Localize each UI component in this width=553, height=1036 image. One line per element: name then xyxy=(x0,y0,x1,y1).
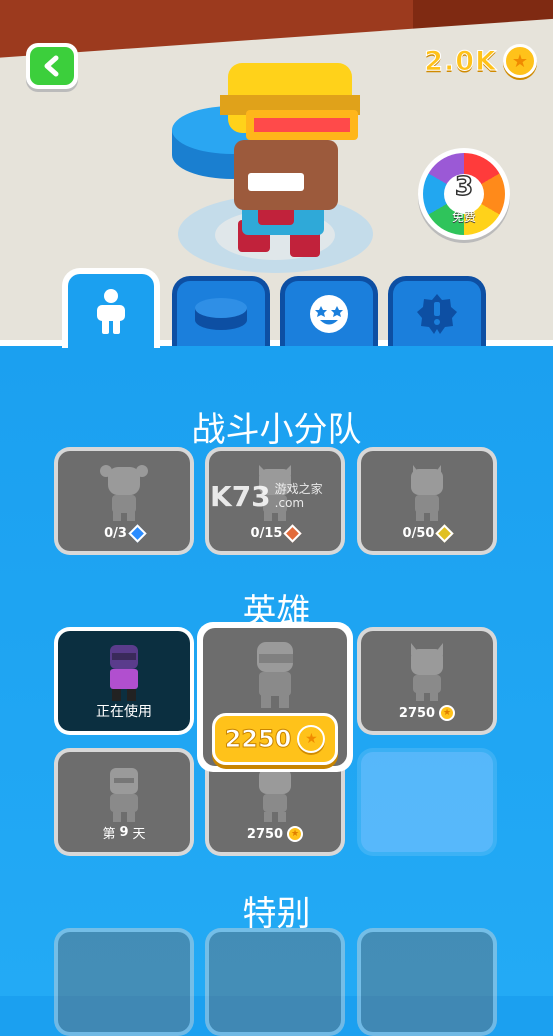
category-tabs xyxy=(62,268,492,348)
hero-card-3[interactable]: 2750 ★ xyxy=(357,627,497,735)
special-card-3[interactable] xyxy=(357,928,497,1036)
back-button[interactable] xyxy=(26,43,78,89)
emote-tab[interactable] xyxy=(280,276,378,346)
coin-icon: ★ xyxy=(439,705,456,721)
buy-hero-button[interactable]: 2250 ★ xyxy=(212,713,338,765)
in-use-label: 正在使用 xyxy=(96,704,152,720)
special-card-1[interactable] xyxy=(54,928,194,1036)
coin-icon: ★ xyxy=(503,44,537,78)
yellow-gem-icon xyxy=(435,524,455,543)
locked-character-visor-icon xyxy=(257,642,293,708)
disc-tab[interactable] xyxy=(172,276,270,346)
blue-gem-icon xyxy=(128,524,147,543)
section-title-squad: 战斗小分队 xyxy=(191,410,362,450)
hero-card-4[interactable]: 第9天 xyxy=(54,748,194,856)
squad-progress-2: 0/15 xyxy=(251,524,303,543)
locked-character-bat-icon xyxy=(411,643,443,701)
coin-icon: ★ xyxy=(287,826,304,842)
orange-gem-icon xyxy=(283,524,303,543)
hero-card-in-use[interactable]: 正在使用 xyxy=(54,627,194,735)
hero-day-label: 第9天 xyxy=(102,825,146,842)
squad-progress-1: 0/3 xyxy=(104,524,147,543)
back-arrow-icon xyxy=(44,55,59,77)
ninja-character-icon xyxy=(110,645,138,701)
locked-character-robot-icon xyxy=(110,768,138,822)
locked-character-masked-icon xyxy=(411,465,443,521)
squad-progress-3: 0/50 xyxy=(403,524,455,543)
person-icon xyxy=(97,289,125,334)
free-spin-button[interactable]: 3 免费 xyxy=(418,148,510,240)
hero-character xyxy=(220,63,360,257)
squad-card-3[interactable]: 0/50 xyxy=(357,447,497,555)
coin-balance-value: 2.0K xyxy=(424,45,497,77)
coin-balance: 2.0K ★ xyxy=(424,44,537,78)
hero-card-empty xyxy=(357,748,497,856)
special-card-2[interactable] xyxy=(205,928,345,1036)
disc-icon xyxy=(195,297,247,330)
locked-character-girl-icon xyxy=(100,465,148,521)
watermark: K73 游戏之家 .com xyxy=(210,480,323,513)
squad-card-1[interactable]: 0/3 xyxy=(54,447,194,555)
spin-count: 3 xyxy=(454,171,474,203)
coin-icon: ★ xyxy=(297,725,326,753)
badge-tab[interactable] xyxy=(388,276,486,346)
buy-hero-price: 2250 xyxy=(224,725,292,754)
hero-price-3: 2750 ★ xyxy=(399,705,456,721)
star-eyes-icon xyxy=(310,294,348,333)
character-tab[interactable] xyxy=(62,268,160,348)
hero-price-5: 2750 ★ xyxy=(247,826,304,842)
badge-icon xyxy=(417,293,457,334)
spin-label: 免费 xyxy=(451,210,476,224)
